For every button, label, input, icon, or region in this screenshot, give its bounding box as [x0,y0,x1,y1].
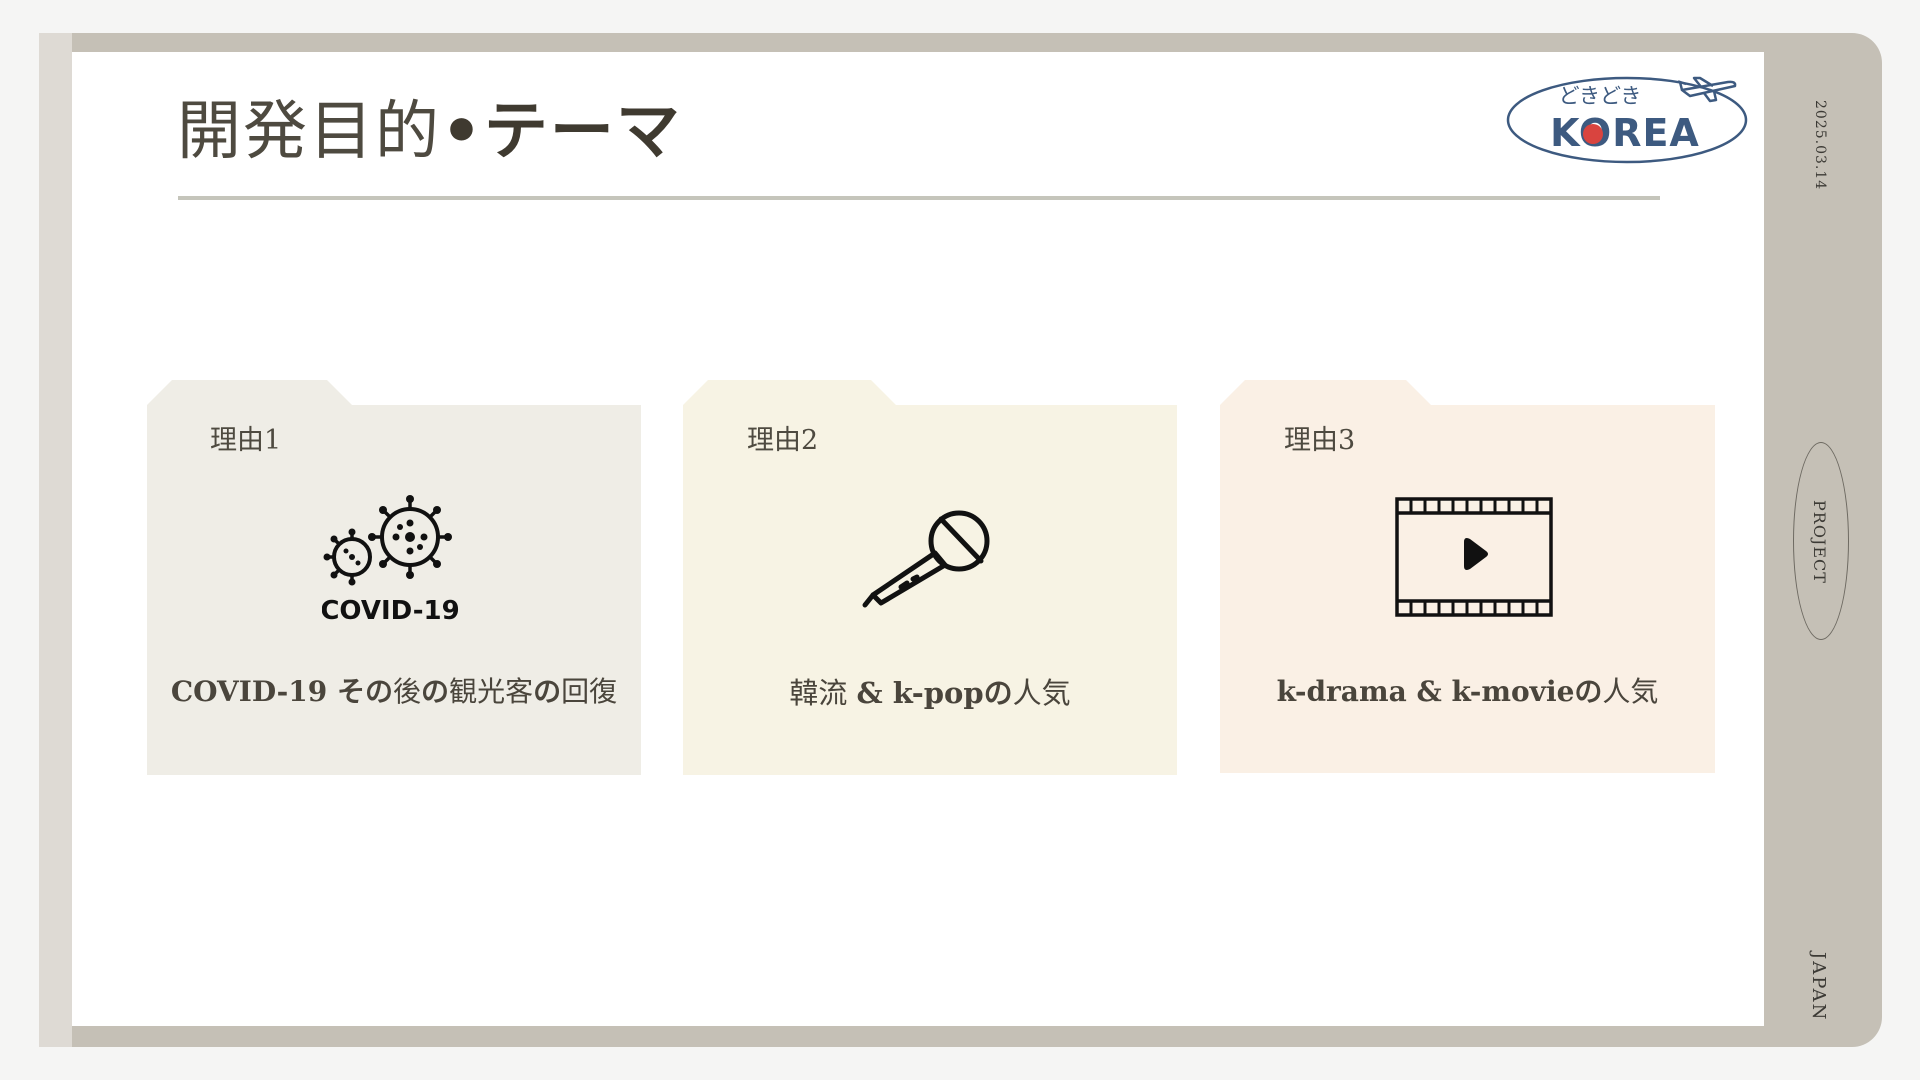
film-play-icon [1395,497,1553,617]
title-divider [178,196,1660,200]
reason-card-3: 理由3 k-drama & k-movieの人気 [1220,380,1715,773]
side-japan: JAPAN [1808,952,1829,1022]
logo-taegeuk-dot [1583,124,1603,144]
caption-part: 韓流 [789,676,857,710]
card-caption: COVID-19 その後の観光客の回復 [147,670,641,710]
caption-part: 人気 [1602,675,1659,708]
reason-card-1: 理由1 COVID-19 COVID-19 その後の観光客の回復 [147,380,641,775]
caption-part: 後 [393,675,422,708]
page-title: 開発目的•テーマ [177,92,682,172]
card-label: 理由3 [1284,425,1356,456]
covid-icon-text: COVID-19 [322,596,460,625]
logo-top-text: どきどき [1559,84,1642,108]
caption-part: の [533,675,562,708]
card-caption: k-drama & k-movieの人気 [1220,670,1715,710]
card-label: 理由2 [747,425,819,456]
caption-part: 回復 [561,675,618,708]
card-label: 理由1 [210,425,282,456]
side-date: 2025.03.14 [1812,100,1828,191]
caption-part: k-drama & k-movieの [1276,675,1603,708]
caption-part: 人気 [1012,676,1071,710]
covid-virus-icon: COVID-19 [322,495,460,625]
caption-part: の [421,675,450,708]
caption-part: COVID-19 その [170,675,394,708]
korea-logo: どきどき KOREA [1506,76,1748,164]
microphone-icon [862,510,990,608]
logo-main-text: KOREA [1550,111,1700,155]
side-project: PROJECT [1810,500,1829,584]
reason-card-2: 理由2 韓流 & k-popの人気 [683,380,1177,775]
caption-part: 観光客 [449,675,534,708]
frame-left-strip [39,33,72,1047]
card-caption: 韓流 & k-popの人気 [683,670,1177,712]
title-normal: 開発目的 [177,95,441,169]
caption-part: & k-popの [856,676,1013,710]
title-bold: •テーマ [441,94,682,169]
